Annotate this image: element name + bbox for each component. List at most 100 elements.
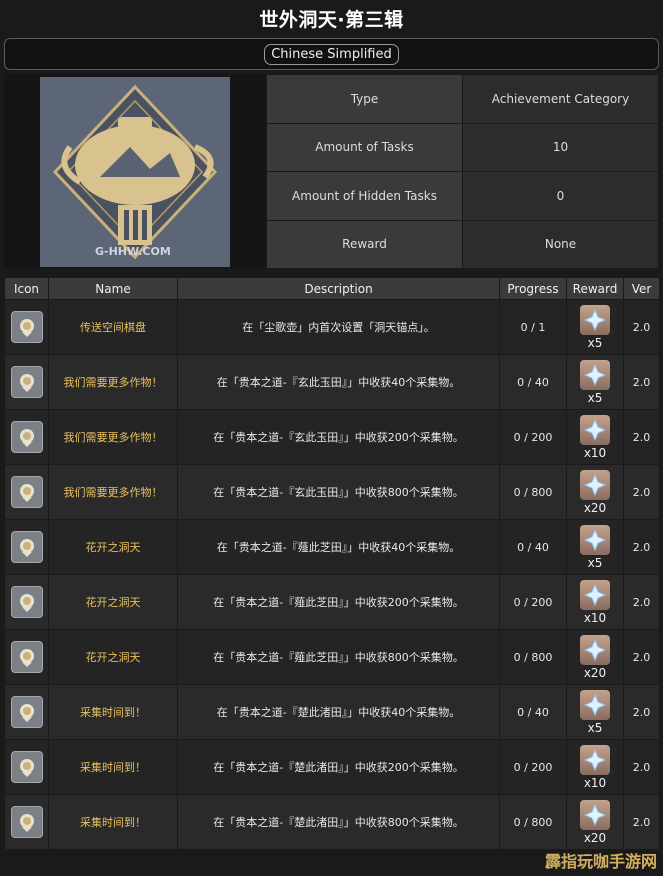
info-key: Amount of Tasks bbox=[266, 122, 463, 172]
achievement-name: 采集时间到！ bbox=[48, 684, 178, 740]
info-row: Amount of Tasks 10 bbox=[266, 122, 659, 172]
achievement-description: 在「贵本之道-『薤此芝田』」中收获200个采集物。 bbox=[177, 574, 500, 630]
achievement-name: 采集时间到！ bbox=[48, 794, 178, 850]
achievement-version: 2.0 bbox=[623, 519, 660, 575]
reward-cell: x5 bbox=[566, 519, 624, 575]
info-key: Reward bbox=[266, 219, 463, 269]
achievement-medal-icon bbox=[10, 311, 43, 343]
icon-cell bbox=[4, 739, 49, 795]
achievement-description: 在「贵本之道-『楚此渚田』」中收获200个采集物。 bbox=[177, 739, 500, 795]
icon-cell bbox=[4, 354, 49, 410]
info-value: 10 bbox=[462, 122, 659, 172]
teapot-emblem-icon bbox=[52, 84, 218, 259]
table-row: 采集时间到！ 在「贵本之道-『楚此渚田』」中收获200个采集物。 0 / 200 x1… bbox=[4, 739, 660, 795]
achievement-name: 传送空间棋盘 bbox=[48, 299, 178, 355]
reward-count: x10 bbox=[583, 775, 607, 790]
reward-count: x5 bbox=[587, 335, 603, 350]
primogem-icon bbox=[580, 689, 610, 720]
achievement-version: 2.0 bbox=[623, 629, 660, 685]
info-row: Type Achievement Category bbox=[266, 74, 659, 124]
reward-count: x10 bbox=[583, 445, 607, 460]
table-row: 花开之洞天 在「贵本之道-『薤此芝田』」中收获800个采集物。 0 / 800 x20… bbox=[4, 629, 660, 685]
reward-cell: x20 bbox=[566, 629, 624, 685]
reward-count: x5 bbox=[587, 390, 603, 405]
achievement-progress: 0 / 40 bbox=[499, 354, 567, 410]
achievement-medal-icon bbox=[10, 476, 43, 508]
achievement-name: 我们需要更多作物！ bbox=[48, 409, 178, 465]
table-row: 采集时间到！ 在「贵本之道-『楚此渚田』」中收获40个采集物。 0 / 40 x5 2.… bbox=[4, 684, 660, 740]
page-title-text: 世外洞天·第三辑 bbox=[259, 8, 404, 31]
achievement-progress: 0 / 800 bbox=[499, 464, 567, 520]
col-ver-header[interactable]: Ver bbox=[623, 277, 660, 300]
reward-cell: x5 bbox=[566, 684, 624, 740]
col-icon-header[interactable]: Icon bbox=[4, 277, 49, 300]
reward-count: x5 bbox=[587, 720, 603, 735]
table-row: 我们需要更多作物！ 在「贵本之道-『玄此玉田』」中收获200个采集物。 0 / 20… bbox=[4, 409, 660, 465]
primogem-icon bbox=[580, 799, 610, 830]
primogem-icon bbox=[580, 414, 610, 445]
achievement-medal-icon bbox=[10, 366, 43, 398]
primogem-icon bbox=[580, 469, 610, 500]
achievement-description: 在「贵本之道-『楚此渚田』」中收获40个采集物。 bbox=[177, 684, 500, 740]
table-row: 采集时间到！ 在「贵本之道-『楚此渚田』」中收获800个采集物。 0 / 800 x2… bbox=[4, 794, 660, 850]
col-progress-header[interactable]: Progress bbox=[499, 277, 567, 300]
icon-cell bbox=[4, 409, 49, 465]
icon-cell bbox=[4, 574, 49, 630]
reward-count: x5 bbox=[587, 555, 603, 570]
info-row: Reward None bbox=[266, 219, 659, 269]
info-value: 0 bbox=[462, 171, 659, 221]
icon-cell bbox=[4, 794, 49, 850]
col-description-header[interactable]: Description bbox=[177, 277, 500, 300]
reward-cell: x20 bbox=[566, 464, 624, 520]
reward-cell: x10 bbox=[566, 739, 624, 795]
achievement-medal-icon bbox=[10, 696, 43, 728]
achievement-name: 花开之洞天 bbox=[48, 574, 178, 630]
achievement-version: 2.0 bbox=[623, 409, 660, 465]
col-name-header[interactable]: Name bbox=[48, 277, 178, 300]
reward-cell: x10 bbox=[566, 409, 624, 465]
achievement-medal-icon bbox=[10, 421, 43, 453]
primogem-icon bbox=[580, 634, 610, 665]
achievement-list: 传送空间棋盘 在「尘歌壶」内首次设置「洞天锚点」。 0 / 1 x5 2.0 我们需要更多… bbox=[4, 299, 660, 850]
primogem-icon bbox=[580, 524, 610, 555]
category-image-cell: G-HHW.COM bbox=[4, 74, 266, 269]
info-key: Amount of Hidden Tasks bbox=[266, 171, 463, 221]
achievement-description: 在「贵本之道-『玄此玉田』」中收获800个采集物。 bbox=[177, 464, 500, 520]
achievement-description: 在「贵本之道-『楚此渚田』」中收获800个采集物。 bbox=[177, 794, 500, 850]
primogem-icon bbox=[580, 359, 610, 390]
achievement-medal-icon bbox=[10, 806, 43, 838]
icon-cell bbox=[4, 629, 49, 685]
achievement-version: 2.0 bbox=[623, 794, 660, 850]
reward-count: x20 bbox=[583, 500, 607, 515]
achievement-version: 2.0 bbox=[623, 739, 660, 795]
achievement-version: 2.0 bbox=[623, 354, 660, 410]
achievement-description: 在「贵本之道-『薤此芝田』」中收获800个采集物。 bbox=[177, 629, 500, 685]
info-row: Amount of Hidden Tasks 0 bbox=[266, 171, 659, 221]
achievement-medal-icon bbox=[10, 751, 43, 783]
achievement-progress: 0 / 200 bbox=[499, 739, 567, 795]
table-row: 传送空间棋盘 在「尘歌壶」内首次设置「洞天锚点」。 0 / 1 x5 2.0 bbox=[4, 299, 660, 355]
image-watermark: G-HHW.COM bbox=[95, 244, 171, 258]
col-reward-header[interactable]: Reward bbox=[566, 277, 624, 300]
reward-cell: x5 bbox=[566, 354, 624, 410]
icon-cell bbox=[4, 519, 49, 575]
achievement-version: 2.0 bbox=[623, 684, 660, 740]
achievement-name: 我们需要更多作物！ bbox=[48, 464, 178, 520]
language-selector[interactable]: Chinese Simplified bbox=[264, 43, 399, 65]
achievement-name: 我们需要更多作物！ bbox=[48, 354, 178, 410]
icon-cell bbox=[4, 684, 49, 740]
achievement-name: 花开之洞天 bbox=[48, 519, 178, 575]
achievement-medal-icon bbox=[10, 531, 43, 563]
achievement-progress: 0 / 40 bbox=[499, 684, 567, 740]
info-value: Achievement Category bbox=[462, 74, 659, 124]
achievement-version: 2.0 bbox=[623, 299, 660, 355]
primogem-icon bbox=[580, 304, 610, 335]
reward-count: x20 bbox=[583, 665, 607, 680]
page-title: 世外洞天·第三辑 bbox=[0, 0, 663, 36]
icon-cell bbox=[4, 464, 49, 520]
reward-cell: x20 bbox=[566, 794, 624, 850]
achievement-medal-icon bbox=[10, 641, 43, 673]
achievement-progress: 0 / 40 bbox=[499, 519, 567, 575]
category-emblem: G-HHW.COM bbox=[40, 76, 230, 267]
site-watermark: 霹指玩咖手游网 bbox=[544, 852, 657, 871]
